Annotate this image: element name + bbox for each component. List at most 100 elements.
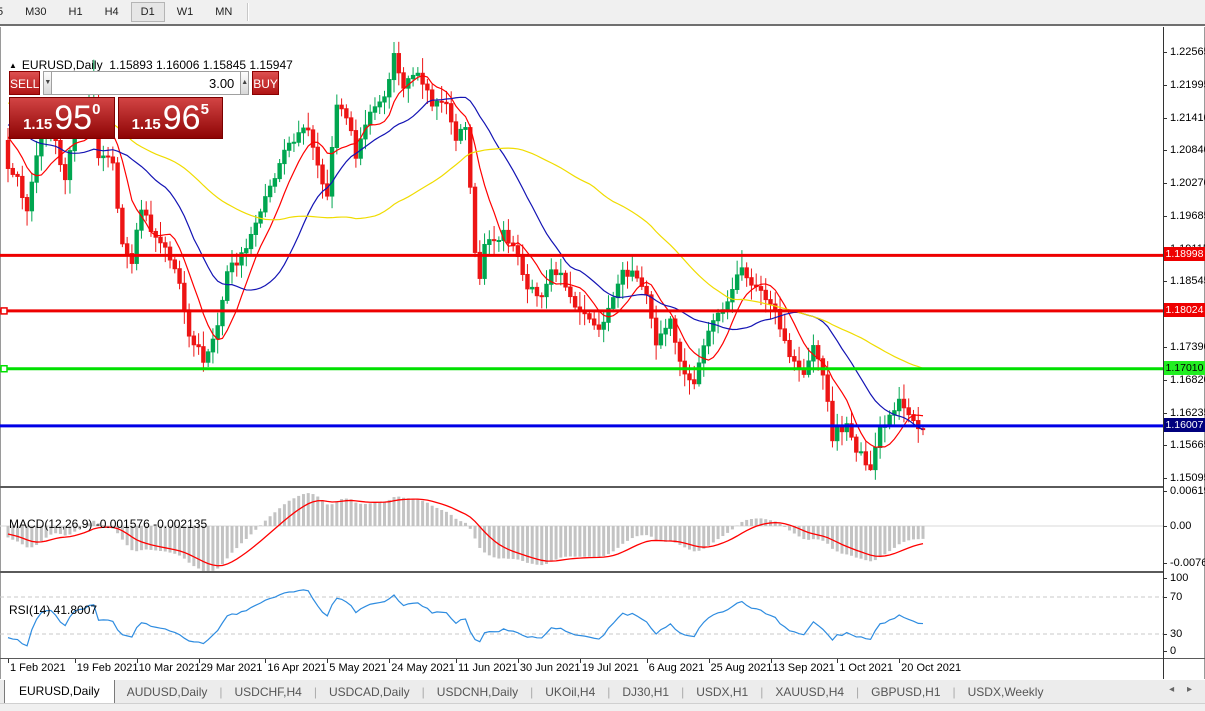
sell-price-prefix: 1.15 <box>23 116 52 133</box>
line-price-label: 1.18998 <box>1164 247 1205 261</box>
price-tick-mark <box>1163 85 1167 86</box>
time-tick-label: 13 Sep 2021 <box>773 662 835 674</box>
price-tick-mark <box>1163 281 1167 282</box>
timeframe-button-h4[interactable]: H4 <box>95 2 129 22</box>
chart-tab-xauusd-h4[interactable]: XAUUSD,H4 <box>763 681 856 704</box>
lot-increase-button[interactable]: ▲ <box>240 71 249 95</box>
chart-tab-usdcnh-daily[interactable]: USDCNH,Daily <box>425 681 530 704</box>
time-tick-mark <box>137 659 138 663</box>
chart-title: ▲EURUSD,Daily 1.15893 1.16006 1.15845 1.… <box>9 58 293 72</box>
buy-button[interactable]: BUY <box>252 71 279 95</box>
chart-tab-gbpusd-h1[interactable]: GBPUSD,H1 <box>859 681 952 704</box>
time-tick-label: 1 Oct 2021 <box>839 662 893 674</box>
time-tick-label: 16 Apr 2021 <box>267 662 326 674</box>
macd-axis-label: 0.006193 <box>1170 485 1205 497</box>
timeframe-button-w1[interactable]: W1 <box>167 2 204 22</box>
sell-button[interactable]: SELL <box>9 71 40 95</box>
price-tick-mark <box>1163 478 1167 479</box>
price-tick-mark <box>1163 380 1167 381</box>
chart-tab-usdchf-h4[interactable]: USDCHF,H4 <box>223 681 314 704</box>
chart-tab-ukoil-h4[interactable]: UKOil,H4 <box>533 681 607 704</box>
line-price-label: 1.16007 <box>1164 418 1205 432</box>
rsi-axis-label: 70 <box>1170 591 1182 603</box>
price-tick-mark <box>1163 413 1167 414</box>
price-tick-mark <box>1163 347 1167 348</box>
price-tick-label: 1.15095 <box>1170 472 1205 484</box>
buy-price-sup: 5 <box>201 101 209 118</box>
lot-decrease-button[interactable]: ▼ <box>43 71 52 95</box>
time-tick-mark <box>771 659 772 663</box>
sell-price-main: 95 <box>54 99 92 137</box>
buy-price-main: 96 <box>163 99 201 137</box>
tab-scroll-buttons: ◂ ▸ <box>1164 684 1197 695</box>
rsi-axis-label: 100 <box>1170 572 1188 584</box>
sell-price-box[interactable]: 1.15 95 0 <box>9 97 115 139</box>
chart-tab-usdx-weekly[interactable]: USDX,Weekly <box>956 681 1056 704</box>
price-tick-label: 1.18545 <box>1170 275 1205 287</box>
time-tick-label: 25 Aug 2021 <box>711 662 773 674</box>
buy-price-prefix: 1.15 <box>132 116 161 133</box>
macd-tick-mark <box>1163 526 1167 527</box>
timeframe-button-mn[interactable]: MN <box>205 2 242 22</box>
timeframe-button-5[interactable]: 5 <box>0 2 13 22</box>
time-tick-mark <box>709 659 710 663</box>
price-tick-label: 1.19685 <box>1170 210 1205 222</box>
price-tick-mark <box>1163 445 1167 446</box>
chart-tab-audusd-daily[interactable]: AUDUSD,Daily <box>115 681 220 704</box>
rsi-axis-label: 0 <box>1170 645 1176 657</box>
pane-separator[interactable] <box>0 486 1163 488</box>
tab-scroll-right-icon[interactable]: ▸ <box>1182 684 1197 695</box>
time-tick-label: 1 Feb 2021 <box>10 662 66 674</box>
time-tick-mark <box>837 659 838 663</box>
chart-symbol-label: EURUSD,Daily <box>22 58 103 72</box>
rsi-axis-label: 30 <box>1170 628 1182 640</box>
macd-indicator-label: MACD(12,26,9) -0.001576 -0.002135 <box>9 517 207 531</box>
time-tick-label: 5 May 2021 <box>329 662 386 674</box>
chart-tab-eurusd-daily[interactable]: EURUSD,Daily <box>4 679 115 704</box>
price-tick-label: 1.21995 <box>1170 79 1205 91</box>
sell-price-sup: 0 <box>92 101 100 118</box>
macd-axis-label: -0.007621 <box>1170 557 1205 569</box>
price-tick-label: 1.20840 <box>1170 144 1205 156</box>
timeframe-button-d1[interactable]: D1 <box>131 2 165 22</box>
pane-separator[interactable] <box>0 571 1163 573</box>
time-tick-label: 11 Jun 2021 <box>458 662 518 674</box>
collapse-icon[interactable]: ▲ <box>9 61 17 70</box>
pane-separator <box>0 658 1205 659</box>
time-tick-mark <box>8 659 9 663</box>
chart-tab-dj30-h1[interactable]: DJ30,H1 <box>610 681 681 704</box>
rsi-indicator-label: RSI(14) 41.8007 <box>9 603 97 617</box>
mt4-window: { "toolbar": {"timeframes": ["5","M30","… <box>0 0 1205 710</box>
timeframe-toolbar: 5M30H1H4D1W1MN <box>0 0 1205 24</box>
price-tick-label: 1.17390 <box>1170 341 1205 353</box>
price-tick-mark <box>1163 52 1167 53</box>
timeframe-button-m30[interactable]: M30 <box>15 2 56 22</box>
line-price-label: 1.17010 <box>1164 361 1205 375</box>
price-tick-mark <box>1163 216 1167 217</box>
rsi-tick-mark <box>1163 597 1167 598</box>
line-price-label: 1.18024 <box>1164 303 1205 317</box>
chart-tab-usdx-h1[interactable]: USDX,H1 <box>684 681 760 704</box>
time-tick-mark <box>265 659 266 663</box>
price-tick-label: 1.16820 <box>1170 374 1205 386</box>
time-tick-label: 10 Mar 2021 <box>139 662 201 674</box>
price-tick-mark <box>1163 150 1167 151</box>
chart-tab-usdcad-daily[interactable]: USDCAD,Daily <box>317 681 422 704</box>
time-tick-mark <box>389 659 390 663</box>
time-tick-label: 19 Jul 2021 <box>582 662 639 674</box>
price-axis-border <box>1163 27 1164 679</box>
time-tick-mark <box>75 659 76 663</box>
buy-price-box[interactable]: 1.15 96 5 <box>118 97 224 139</box>
time-tick-mark <box>518 659 519 663</box>
toolbar-separator <box>247 3 249 21</box>
time-tick-label: 19 Feb 2021 <box>77 662 139 674</box>
price-tick-label: 1.20270 <box>1170 177 1205 189</box>
time-tick-label: 6 Aug 2021 <box>649 662 705 674</box>
chart-tab-bar: EURUSD,DailyAUDUSD,Daily|USDCHF,H4|USDCA… <box>0 679 1205 704</box>
timeframe-button-h1[interactable]: H1 <box>59 2 93 22</box>
tab-scroll-left-icon[interactable]: ◂ <box>1164 684 1179 695</box>
price-tick-label: 1.22565 <box>1170 46 1205 58</box>
macd-tick-mark <box>1163 491 1167 492</box>
lot-size-input[interactable] <box>52 71 240 95</box>
rsi-pane[interactable] <box>0 573 1163 658</box>
